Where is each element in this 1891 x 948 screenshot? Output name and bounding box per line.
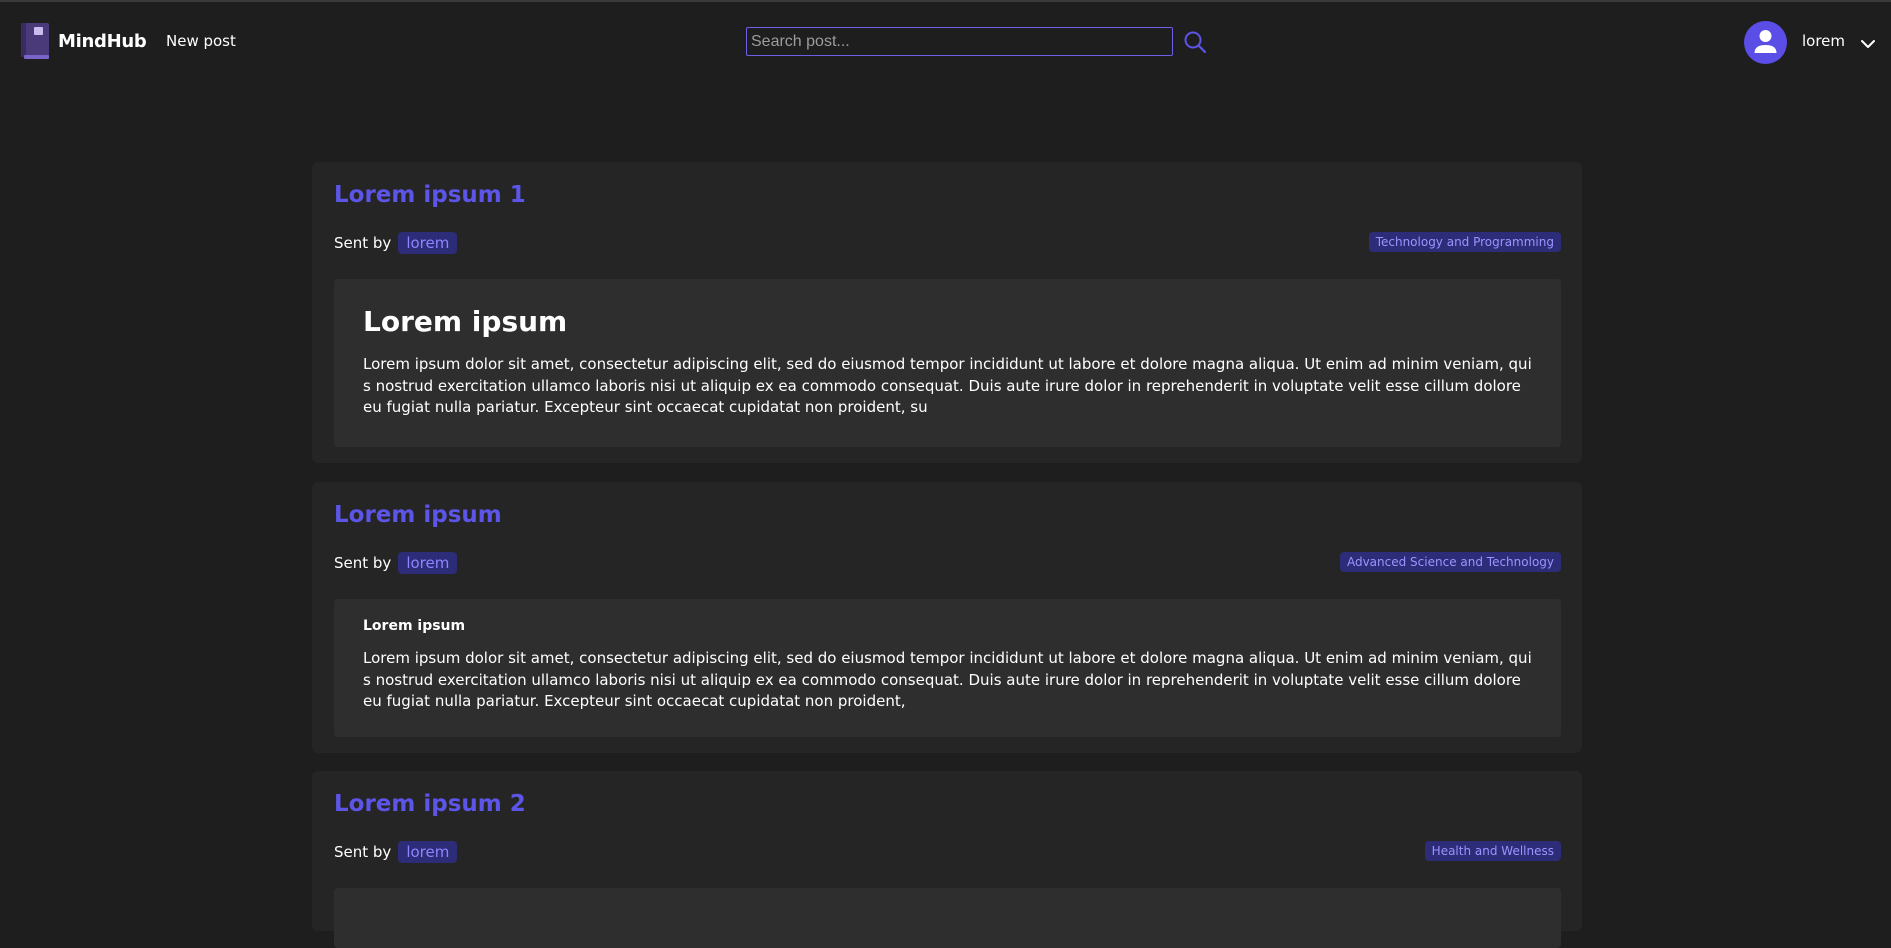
category-tag[interactable]: Technology and Programming	[1368, 232, 1561, 252]
top-navbar: MindHub New post lorem	[0, 2, 1891, 80]
post-content	[334, 888, 1561, 948]
user-icon	[1754, 30, 1777, 53]
content-heading: Lorem ipsum	[363, 618, 466, 634]
post-content: Lorem ipsum Lorem ipsum dolor sit amet, …	[334, 599, 1561, 737]
post-title[interactable]: Lorem ipsum 2	[334, 791, 526, 817]
author-badge[interactable]: lorem	[398, 552, 458, 574]
content-heading: Lorem ipsum	[363, 305, 568, 338]
post-card: Lorem ipsum 1 Sent by lorem Technology a…	[312, 162, 1582, 463]
username-label[interactable]: lorem	[1802, 32, 1845, 50]
post-card: Lorem ipsum 2 Sent by lorem Health and W…	[312, 771, 1582, 948]
post-card: Lorem ipsum Sent by lorem Advanced Scien…	[312, 482, 1582, 753]
post-content: Lorem ipsum Lorem ipsum dolor sit amet, …	[334, 279, 1561, 447]
chevron-down-icon[interactable]	[1860, 35, 1876, 48]
new-post-link[interactable]: New post	[166, 32, 236, 50]
sent-by-label: Sent by	[334, 234, 392, 252]
content-text: Lorem ipsum dolor sit amet, consectetur …	[363, 649, 1532, 710]
brand-name: MindHub	[58, 30, 147, 52]
content-text: Lorem ipsum dolor sit amet, consectetur …	[363, 355, 1532, 416]
sent-by-label: Sent by	[334, 843, 392, 861]
search-icon[interactable]	[1183, 30, 1209, 56]
category-tag[interactable]: Health and Wellness	[1424, 841, 1561, 861]
author-badge[interactable]: lorem	[398, 841, 458, 863]
sent-by-label: Sent by	[334, 554, 392, 572]
post-title[interactable]: Lorem ipsum	[334, 502, 502, 528]
brand-logo[interactable]: MindHub	[20, 22, 147, 60]
search-input[interactable]	[746, 27, 1173, 56]
book-icon	[20, 22, 50, 60]
author-badge[interactable]: lorem	[398, 232, 458, 254]
post-author-line: Sent by lorem	[334, 552, 458, 574]
post-author-line: Sent by lorem	[334, 841, 458, 863]
post-title[interactable]: Lorem ipsum 1	[334, 182, 526, 208]
user-avatar[interactable]	[1744, 21, 1787, 64]
post-author-line: Sent by lorem	[334, 232, 458, 254]
category-tag[interactable]: Advanced Science and Technology	[1339, 552, 1561, 572]
